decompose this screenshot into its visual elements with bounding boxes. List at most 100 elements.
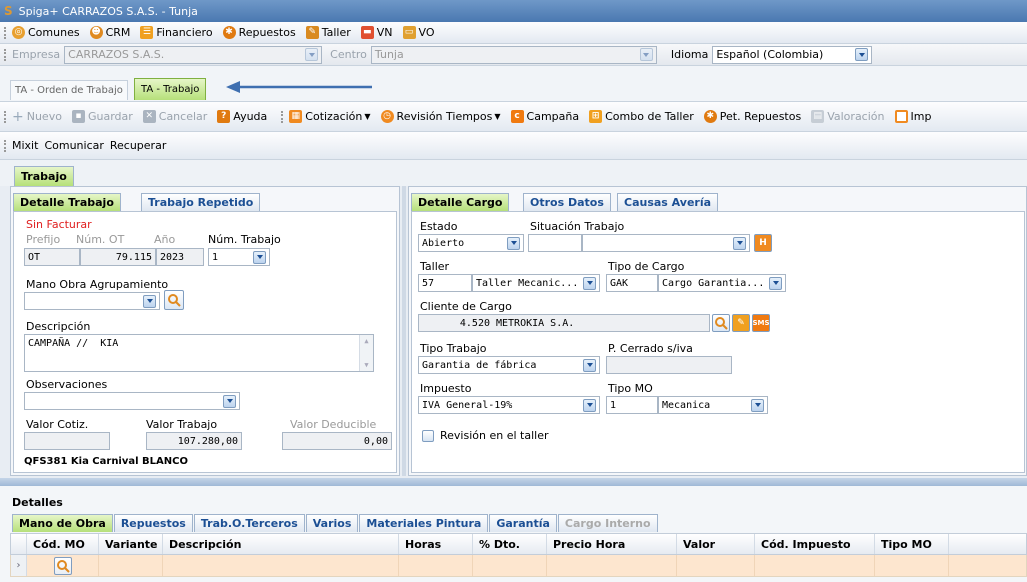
situacion-select[interactable] bbox=[582, 234, 750, 252]
pet-label: Pet. Repuestos bbox=[719, 110, 802, 123]
table-row[interactable]: › bbox=[10, 555, 1027, 577]
num-ot-field[interactable]: 79.115 bbox=[80, 248, 156, 266]
col-cod-mo[interactable]: Cód. MO bbox=[27, 534, 99, 554]
col-horas[interactable]: Horas bbox=[399, 534, 473, 554]
campana-button[interactable]: c Campaña bbox=[510, 110, 579, 123]
horizontal-splitter[interactable] bbox=[0, 478, 1027, 486]
taller-code-field[interactable]: 57 bbox=[418, 274, 472, 292]
tab-garantia[interactable]: Garantía bbox=[489, 514, 557, 532]
combo-taller-button[interactable]: ⊞ Combo de Taller bbox=[589, 110, 694, 123]
tab-otros-datos[interactable]: Otros Datos bbox=[523, 193, 611, 211]
edit-client-icon[interactable]: ✎ bbox=[732, 314, 750, 332]
tab-trabajo[interactable]: Trabajo bbox=[14, 166, 74, 186]
col-cod-impuesto[interactable]: Cód. Impuesto bbox=[755, 534, 875, 554]
row-cell[interactable] bbox=[677, 555, 755, 576]
pet-repuestos-button[interactable]: ✱ Pet. Repuestos bbox=[703, 110, 802, 123]
centro-value: Tunja bbox=[374, 48, 404, 61]
tab-cargo-interno[interactable]: Cargo Interno bbox=[557, 514, 658, 532]
doc-tab-orden-trabajo[interactable]: TA - Orden de Trabajo bbox=[10, 80, 128, 100]
idioma-select[interactable]: Español (Colombia) bbox=[712, 45, 873, 64]
search-icon[interactable] bbox=[53, 556, 72, 575]
row-cell[interactable] bbox=[755, 555, 875, 576]
tab-detalle-trabajo[interactable]: Detalle Trabajo bbox=[13, 193, 121, 211]
cart-icon: ⊞ bbox=[589, 110, 603, 123]
empresa-value: CARRAZOS S.A.S. bbox=[68, 48, 165, 61]
tab-trab-o-terceros[interactable]: Trab.O.Terceros bbox=[193, 514, 305, 532]
menu-crm[interactable]: ☻ CRM bbox=[89, 26, 130, 39]
situacion-code-field[interactable] bbox=[528, 234, 582, 252]
mixit-button[interactable]: Mixit bbox=[12, 139, 38, 152]
tipo-cargo-code-field[interactable]: GAK bbox=[606, 274, 658, 292]
centro-label: Centro bbox=[330, 48, 367, 61]
tab-trabajo-repetido[interactable]: Trabajo Repetido bbox=[141, 193, 261, 211]
tab-repuestos[interactable]: Repuestos bbox=[113, 514, 193, 532]
num-ot-label: Núm. OT bbox=[76, 233, 125, 246]
p-cerrado-field[interactable] bbox=[606, 356, 732, 374]
search-icon[interactable] bbox=[712, 314, 730, 332]
ayuda-button[interactable]: ? Ayuda bbox=[217, 110, 267, 123]
tab-label: Trab.O.Terceros bbox=[200, 517, 298, 530]
tipo-trabajo-select[interactable]: Garantia de fábrica bbox=[418, 356, 600, 374]
ano-field[interactable]: 2023 bbox=[156, 248, 204, 266]
cotizacion-button[interactable]: ▦ Cotización ▼ bbox=[289, 110, 371, 123]
tipo-mo-code-field[interactable]: 1 bbox=[606, 396, 658, 414]
cancelar-button[interactable]: ✕ Cancelar bbox=[142, 110, 207, 123]
tipo-cargo-select[interactable]: Cargo Garantia... bbox=[658, 274, 786, 292]
imp-label: Imp bbox=[910, 110, 932, 123]
col-descripcion[interactable]: Descripción bbox=[163, 534, 399, 554]
revision-taller-checkbox[interactable] bbox=[422, 430, 434, 442]
vertical-splitter[interactable] bbox=[402, 186, 406, 476]
valor-trabajo-field[interactable]: 107.280,00 bbox=[146, 432, 242, 450]
tipo-mo-select[interactable]: Mecanica bbox=[658, 396, 768, 414]
row-cell[interactable] bbox=[399, 555, 473, 576]
valor-cotiz-field[interactable] bbox=[24, 432, 110, 450]
descripcion-textarea[interactable]: CAMPAÑA // KIA ▲ ▼ bbox=[24, 334, 374, 372]
comunicar-button[interactable]: Comunicar bbox=[44, 139, 103, 152]
mano-obra-select[interactable] bbox=[24, 292, 160, 310]
recuperar-button[interactable]: Recuperar bbox=[110, 139, 166, 152]
search-icon[interactable] bbox=[164, 290, 184, 310]
cliente-field[interactable]: 4.520 METROKIA S.A. bbox=[418, 314, 710, 332]
num-trabajo-select[interactable]: 1 bbox=[208, 248, 270, 266]
col-valor[interactable]: Valor bbox=[677, 534, 755, 554]
menu-financiero[interactable]: ☰ Financiero bbox=[140, 26, 213, 39]
col-variante[interactable]: Variante bbox=[99, 534, 163, 554]
estado-select[interactable]: Abierto bbox=[418, 234, 524, 252]
menu-taller[interactable]: ✎ Taller bbox=[305, 26, 351, 39]
valor-deducible-field[interactable]: 0,00 bbox=[282, 432, 392, 450]
row-cell[interactable] bbox=[473, 555, 547, 576]
row-cell[interactable] bbox=[163, 555, 399, 576]
menu-comunes[interactable]: ◎ Comunes bbox=[12, 26, 80, 39]
history-h-button[interactable]: H bbox=[754, 234, 772, 252]
centro-select[interactable]: Tunja bbox=[370, 45, 657, 64]
valor-trabajo-value: 107.280,00 bbox=[177, 435, 238, 447]
col-dto[interactable]: % Dto. bbox=[473, 534, 547, 554]
tab-causas-averia[interactable]: Causas Avería bbox=[617, 193, 719, 211]
doc-tab-trabajo[interactable]: TA - Trabajo bbox=[134, 78, 207, 100]
empresa-select[interactable]: CARRAZOS S.A.S. bbox=[64, 45, 323, 64]
col-tipo-mo[interactable]: Tipo MO bbox=[875, 534, 949, 554]
menu-vo[interactable]: ▭ VO bbox=[402, 26, 435, 39]
row-cell[interactable] bbox=[99, 555, 163, 576]
row-cell[interactable] bbox=[27, 555, 99, 576]
row-cell[interactable] bbox=[875, 555, 949, 576]
revision-tiempos-button[interactable]: ◷ Revisión Tiempos ▼ bbox=[380, 110, 501, 123]
guardar-button[interactable]: ▪ Guardar bbox=[71, 110, 133, 123]
scrollbar[interactable]: ▲ ▼ bbox=[359, 335, 373, 371]
taller-select[interactable]: Taller Mecanic... bbox=[472, 274, 600, 292]
impuesto-select[interactable]: IVA General-19% bbox=[418, 396, 600, 414]
prefijo-field[interactable]: OT bbox=[24, 248, 80, 266]
tab-detalle-cargo[interactable]: Detalle Cargo bbox=[411, 193, 510, 211]
imprimir-button[interactable]: Imp bbox=[894, 110, 932, 123]
valoracion-button[interactable]: ▤ Valoración bbox=[811, 110, 885, 123]
nuevo-button[interactable]: + Nuevo bbox=[12, 109, 62, 125]
observaciones-select[interactable] bbox=[24, 392, 240, 410]
row-cell[interactable] bbox=[547, 555, 677, 576]
sms-button[interactable]: SMS bbox=[752, 314, 770, 332]
tab-varios[interactable]: Varios bbox=[305, 514, 359, 532]
menu-repuestos[interactable]: ✱ Repuestos bbox=[222, 26, 296, 39]
menu-vn[interactable]: ▬ VN bbox=[360, 26, 393, 39]
tab-materiales-pintura[interactable]: Materiales Pintura bbox=[359, 514, 489, 532]
tab-mano-de-obra[interactable]: Mano de Obra bbox=[12, 514, 113, 532]
col-precio-hora[interactable]: Precio Hora bbox=[547, 534, 677, 554]
